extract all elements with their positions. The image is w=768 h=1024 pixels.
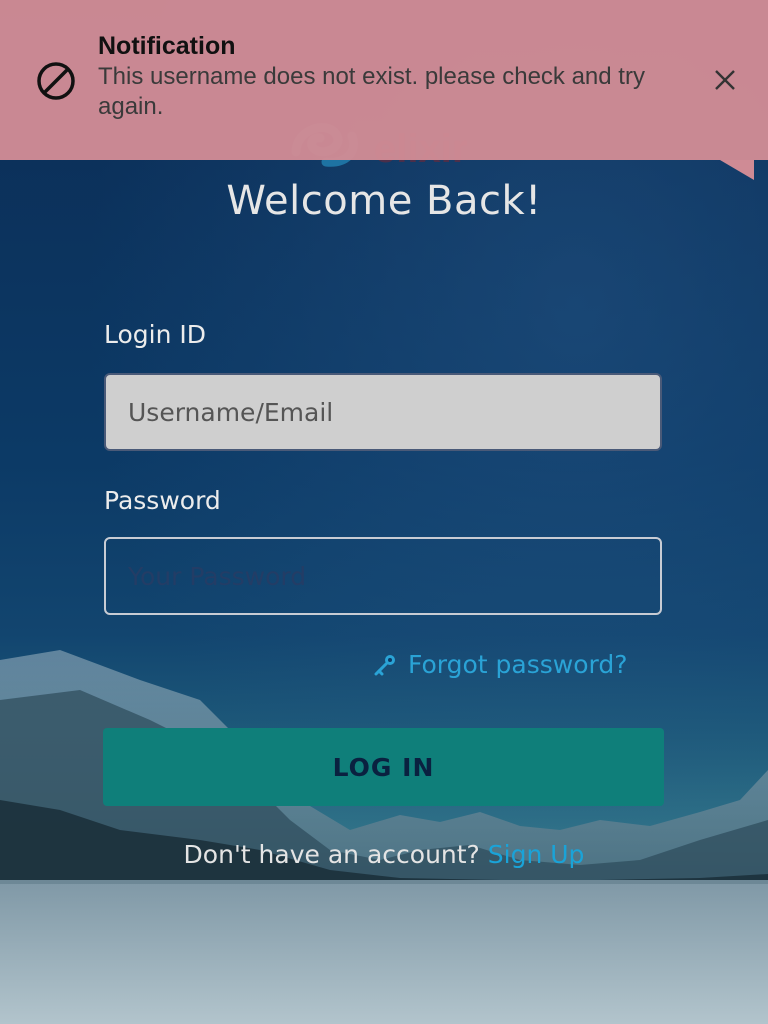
login-id-label: Login ID — [104, 320, 207, 349]
page-title: Welcome Back! — [226, 178, 542, 224]
forgot-password-label[interactable]: Forgot password? — [408, 650, 628, 679]
password-label: Password — [104, 486, 221, 515]
username-input[interactable] — [104, 373, 662, 451]
forgot-password-link[interactable]: Forgot password? — [372, 650, 628, 679]
close-icon[interactable] — [712, 67, 738, 93]
signup-link[interactable]: Sign Up — [488, 840, 585, 869]
block-icon — [37, 62, 75, 100]
notification-title: Notification — [98, 32, 236, 60]
login-button[interactable]: LOG IN — [103, 728, 664, 806]
notification-message: This username does not exist. please che… — [98, 63, 645, 120]
key-icon — [374, 654, 395, 675]
notification-tail — [720, 160, 754, 180]
password-input[interactable] — [104, 537, 662, 615]
no-account-text: Don't have an account? — [183, 840, 480, 869]
signup-prompt: Don't have an account? Sign Up — [0, 840, 768, 869]
